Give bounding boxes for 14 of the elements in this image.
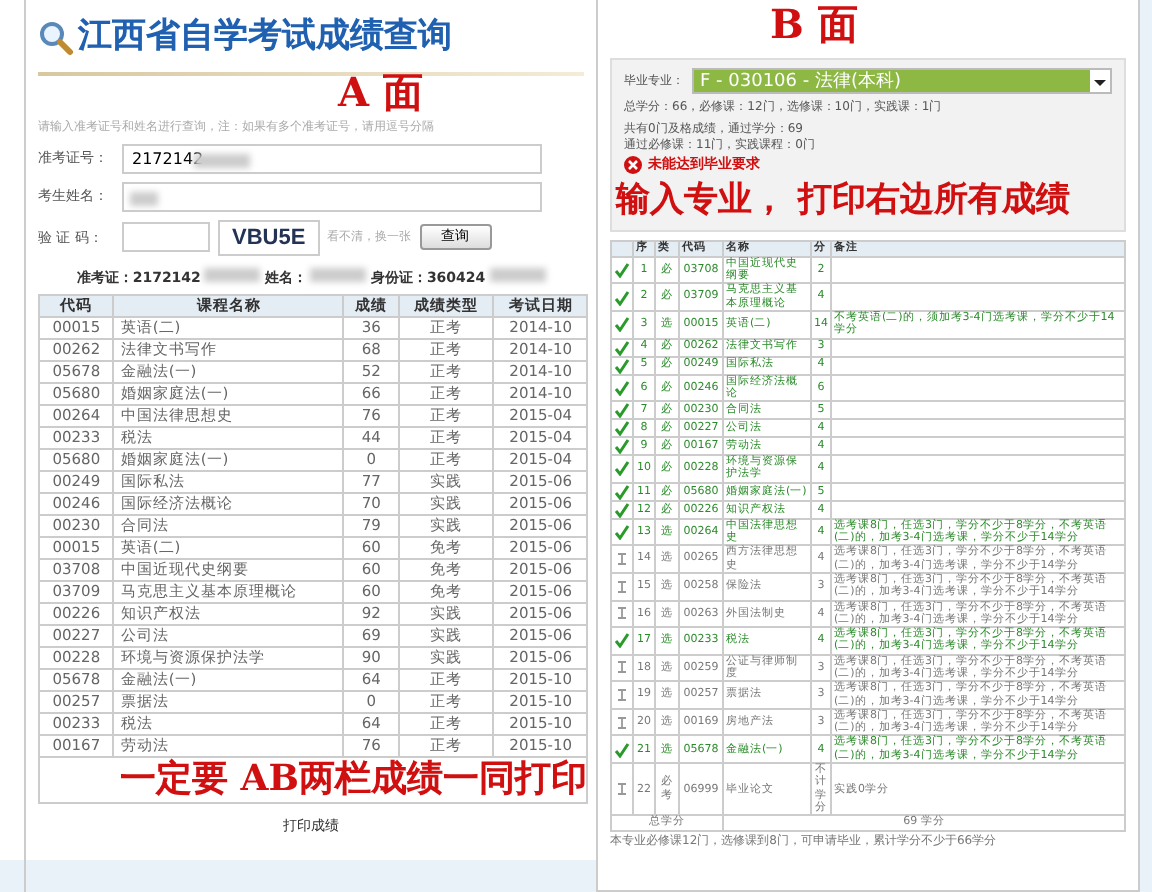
redaction-mark: [204, 268, 261, 282]
redaction-mark: [310, 268, 367, 282]
redaction-mark: [489, 268, 546, 282]
input-field[interactable]: 2172142: [122, 143, 542, 173]
page-title: 江西省自学考试成绩查询: [78, 14, 452, 60]
captcha-image: VBU5E: [218, 219, 320, 256]
input-field[interactable]: [122, 181, 542, 211]
error-icon: [624, 155, 642, 174]
annotation-text: 一定要 AB两栏成绩一同打印: [118, 757, 587, 801]
search-icon: [38, 19, 74, 56]
annotation-label: B 面: [770, 0, 858, 50]
annotation-text: 输入专业， 打印右边所有成绩: [616, 179, 1072, 222]
annotation-label: A 面: [338, 67, 423, 117]
captcha-field[interactable]: [122, 222, 210, 253]
